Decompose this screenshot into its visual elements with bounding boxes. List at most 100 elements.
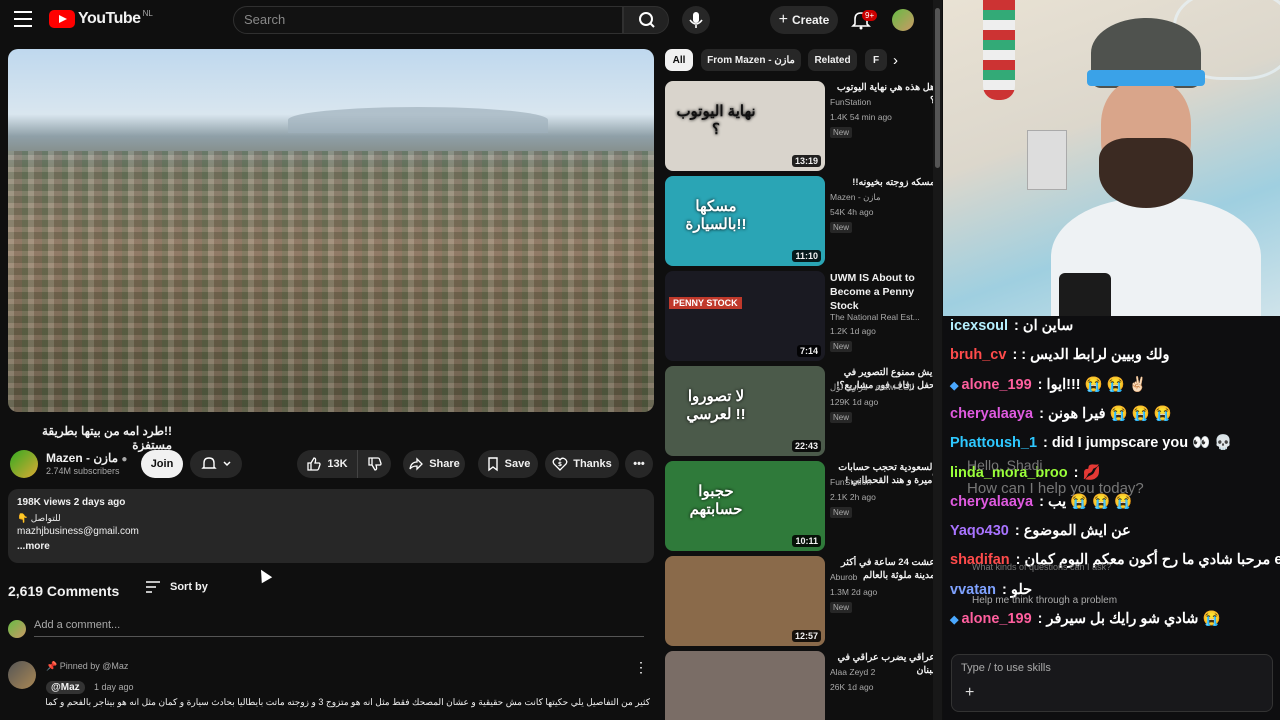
thumbnail-text: مسكها بالسيارة!!	[685, 198, 747, 233]
comment-author[interactable]: @Maz	[46, 681, 85, 694]
comment-more-icon[interactable]: ⋮	[634, 659, 648, 676]
dislike-button[interactable]	[357, 450, 391, 478]
share-button[interactable]: Share	[403, 450, 465, 478]
subscription-bell-button[interactable]	[190, 450, 242, 478]
chip-all[interactable]: All	[665, 49, 693, 71]
mic-icon	[689, 12, 703, 28]
related-video-item[interactable]: PENNY STOCK 7:14 UWM IS About to Become a …	[665, 271, 935, 361]
chat-username[interactable]: alone_199	[962, 377, 1032, 393]
search-input[interactable]: Search	[233, 6, 623, 34]
search-button[interactable]	[623, 6, 669, 34]
join-button[interactable]: Join	[141, 450, 183, 478]
sort-comments-button[interactable]: Sort by	[145, 581, 208, 593]
related-channel[interactable]: Aburob	[830, 572, 857, 582]
chat-input[interactable]: Type / to use skills	[951, 654, 1273, 712]
duration-badge: 13:19	[791, 155, 821, 167]
subscriber-badge-icon: ◆	[950, 614, 962, 626]
duration-badge: 22:43	[791, 440, 821, 452]
related-channel[interactable]: مراوي لول - arawi LOL	[830, 382, 914, 393]
chat-username[interactable]: alone_199	[962, 611, 1032, 627]
related-video-item[interactable]: حجبوا حسابتهم 10:11 السعودية تحجب حسابات أ…	[665, 461, 935, 551]
video-player[interactable]	[8, 49, 654, 412]
related-channel[interactable]: The National Real Est...	[830, 312, 920, 322]
add-attachment-icon[interactable]: +	[965, 684, 974, 702]
video-thumbnail[interactable]: 12:57	[665, 556, 825, 646]
add-comment-input[interactable]: Add a comment...	[34, 619, 644, 637]
show-more-link[interactable]: ...more	[17, 540, 645, 555]
related-video-item[interactable]: نهاية اليوتوب ؟ 13:19 هل هذه هي نهاية اليو…	[665, 81, 935, 171]
related-channel[interactable]: FunStation	[830, 97, 871, 107]
chip-from-mazen[interactable]: From Mazen - مازن	[701, 49, 801, 71]
channel-name[interactable]: Mazen - مازن ●	[46, 451, 127, 465]
video-thumbnail[interactable]: نهاية اليوتوب ؟ 13:19	[665, 81, 825, 171]
chat-text: : did I jumpscare you 👀 💀	[1039, 435, 1233, 452]
chat-username[interactable]: Phattoush_1	[950, 435, 1037, 451]
like-button[interactable]: 13K	[297, 450, 357, 478]
share-icon	[409, 457, 424, 471]
chevron-right-icon[interactable]: ›	[893, 52, 898, 69]
save-button[interactable]: Save	[478, 450, 538, 478]
youtube-logo[interactable]: YouTube NL	[49, 9, 153, 28]
related-meta: 1.2K 1d ago	[830, 326, 876, 336]
super-thanks-icon: $	[552, 457, 568, 471]
city-texture-rows	[8, 150, 654, 412]
related-channel[interactable]: FunStation	[830, 477, 871, 487]
scrollbar-thumb[interactable]	[935, 8, 940, 168]
chat-username[interactable]: bruh_cv	[950, 347, 1006, 363]
video-thumbnail[interactable]: PENNY STOCK 7:14	[665, 271, 825, 361]
chat-message: icexsoul : ساين ان	[950, 317, 1280, 335]
account-avatar[interactable]	[892, 9, 914, 31]
related-channel[interactable]: Mazen - مازن	[830, 192, 881, 203]
chat-text: : 💋	[1069, 464, 1101, 481]
thumbnail-text: نهاية اليوتوب ؟	[676, 103, 756, 138]
streamer-headband	[1087, 70, 1205, 86]
comment-time[interactable]: 1 day ago	[94, 682, 134, 692]
video-thumbnail[interactable]	[665, 651, 825, 720]
overlay-suggestion-2: Help me think through a problem	[972, 595, 1118, 606]
new-badge: New	[830, 412, 853, 423]
chat-text: : عن ايش الموضوع	[1010, 523, 1131, 540]
related-video-item[interactable]: مسكها بالسيارة!! 11:10 مسكه زوجته بخيونه!!…	[665, 176, 935, 266]
video-thumbnail[interactable]: لا تصوروا لعرسي !! 22:43	[665, 366, 825, 456]
chat-text: : ايوا!!! 😭 😭 ✌🏻	[1033, 376, 1147, 393]
related-video-item[interactable]: لا تصوروا لعرسي !! 22:43 ايش ممنوع التصوير…	[665, 366, 935, 456]
related-video-item[interactable]: عراقي يضرب عراقي في لبنان Alaa Zeyd 2 26K …	[665, 651, 935, 720]
chat-username[interactable]: Yaqo430	[950, 523, 1009, 539]
chip-related[interactable]: Related	[808, 49, 857, 71]
thumbs-up-icon	[307, 457, 322, 471]
related-video-item[interactable]: 12:57 عشت 24 ساعة في أكثر مدينة ملوثة بال…	[665, 556, 935, 646]
chip-bar: All From Mazen - مازن Related F	[665, 49, 915, 71]
thanks-button[interactable]: $ Thanks	[545, 450, 619, 478]
channel-avatar[interactable]	[10, 450, 38, 478]
description-email[interactable]: mazhjbusiness@gmail.com	[17, 525, 645, 540]
new-badge: New	[830, 222, 853, 233]
page-scrollbar[interactable]	[933, 0, 942, 720]
video-thumbnail[interactable]: حجبوا حسابتهم 10:11	[665, 461, 825, 551]
related-channel[interactable]: Alaa Zeyd 2	[830, 667, 875, 677]
video-thumbnail[interactable]: مسكها بالسيارة!! 11:10	[665, 176, 825, 266]
youtube-window: YouTube NL Search + Create 9+ !!طرد امه …	[0, 0, 943, 720]
overlay-suggestion-1: What kinds of questions can I ask?	[972, 562, 1112, 572]
menu-icon[interactable]	[14, 11, 32, 27]
christmas-stocking	[983, 0, 1015, 100]
notification-count-badge: 9+	[862, 10, 878, 21]
new-badge: New	[830, 127, 853, 138]
duration-badge: 10:11	[792, 535, 821, 547]
chat-username[interactable]: cheryalaaya	[950, 406, 1033, 422]
create-button[interactable]: + Create	[770, 6, 838, 34]
chat-username[interactable]: icexsoul	[950, 318, 1008, 334]
voice-search-button[interactable]	[682, 6, 710, 34]
chip-partial[interactable]: F	[865, 49, 887, 71]
channel-name-text: Mazen - مازن	[46, 451, 119, 465]
chat-text: : فيرا هونن 😭 😭 😭	[1035, 405, 1172, 422]
description-box[interactable]: 198K views 2 days ago 👇 للتواصل mazhjbus…	[8, 489, 654, 563]
related-title[interactable]: UWM IS About to Become a Penny Stock	[830, 271, 935, 313]
mouse-cursor	[255, 566, 273, 584]
share-label: Share	[429, 458, 460, 470]
video-title: !!طرد امه من بيتها بطريقة مستفزة	[41, 424, 172, 452]
more-actions-button[interactable]: •••	[625, 450, 653, 478]
overlay-help-prompt: How can I help you today?	[967, 480, 1144, 497]
related-meta: 129K 1d ago	[830, 397, 879, 407]
related-title[interactable]: مسكه زوجته بخيونه!!	[830, 176, 935, 189]
comment-avatar[interactable]	[8, 661, 36, 689]
